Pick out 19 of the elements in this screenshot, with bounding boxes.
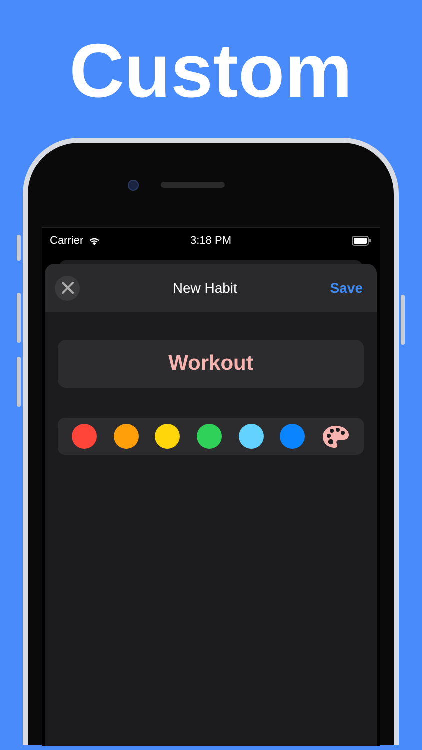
name-field[interactable]: Workout	[58, 340, 364, 388]
color-swatch[interactable]	[155, 424, 180, 449]
color-swatch[interactable]	[238, 424, 264, 449]
status-time: 3:18 PM	[190, 235, 232, 247]
color-swatch[interactable]	[72, 424, 98, 449]
color-swatch[interactable]	[114, 424, 139, 449]
battery-icon	[352, 236, 372, 246]
speaker-icon	[160, 182, 224, 188]
headline: Custom	[70, 30, 352, 114]
carrier-label: Carrier	[50, 235, 84, 247]
color-swatch[interactable]	[280, 424, 306, 449]
camera-icon	[128, 180, 138, 190]
wifi-icon	[88, 236, 101, 246]
close-button[interactable]	[55, 276, 80, 300]
color-swatch[interactable]	[196, 424, 222, 449]
palette-icon[interactable]	[322, 424, 350, 448]
close-icon	[62, 282, 74, 294]
save-button[interactable]: Save	[330, 280, 363, 296]
sheet-title: New Habit	[172, 280, 238, 296]
